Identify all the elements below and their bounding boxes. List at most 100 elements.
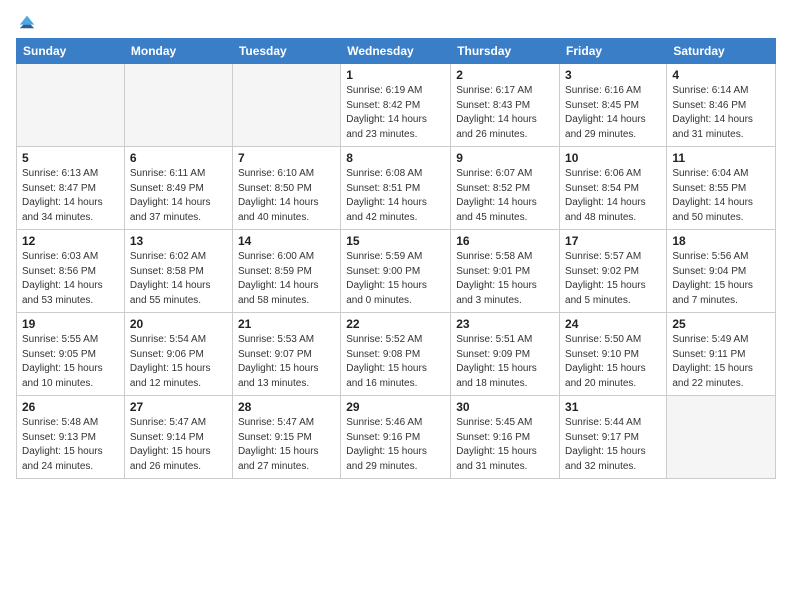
day-info: Sunrise: 5:49 AM Sunset: 9:11 PM Dayligh… xyxy=(672,333,770,391)
day-number: 24 xyxy=(565,317,661,331)
calendar-cell xyxy=(124,64,232,147)
weekday-header-wednesday: Wednesday xyxy=(341,39,451,64)
day-number: 19 xyxy=(22,317,119,331)
logo xyxy=(16,12,36,30)
day-number: 3 xyxy=(565,68,661,82)
day-info: Sunrise: 5:44 AM Sunset: 9:17 PM Dayligh… xyxy=(565,416,661,474)
calendar-table: SundayMondayTuesdayWednesdayThursdayFrid… xyxy=(16,38,776,479)
day-number: 31 xyxy=(565,400,661,414)
calendar-cell: 17 Sunrise: 5:57 AM Sunset: 9:02 PM Dayli… xyxy=(560,230,667,313)
day-number: 21 xyxy=(238,317,335,331)
calendar-cell: 8 Sunrise: 6:08 AM Sunset: 8:51 PM Daylig… xyxy=(341,147,451,230)
calendar-week-row: 1 Sunrise: 6:19 AM Sunset: 8:42 PM Daylig… xyxy=(17,64,776,147)
day-info: Sunrise: 6:16 AM Sunset: 8:45 PM Dayligh… xyxy=(565,84,661,142)
day-info: Sunrise: 6:11 AM Sunset: 8:49 PM Dayligh… xyxy=(130,167,227,225)
calendar-week-row: 26 Sunrise: 5:48 AM Sunset: 9:13 PM Dayli… xyxy=(17,396,776,479)
calendar-cell: 22 Sunrise: 5:52 AM Sunset: 9:08 PM Dayli… xyxy=(341,313,451,396)
day-info: Sunrise: 5:52 AM Sunset: 9:08 PM Dayligh… xyxy=(346,333,445,391)
calendar-cell xyxy=(667,396,776,479)
calendar-week-row: 19 Sunrise: 5:55 AM Sunset: 9:05 PM Dayli… xyxy=(17,313,776,396)
day-info: Sunrise: 6:06 AM Sunset: 8:54 PM Dayligh… xyxy=(565,167,661,225)
calendar-cell: 31 Sunrise: 5:44 AM Sunset: 9:17 PM Dayli… xyxy=(560,396,667,479)
calendar-cell: 16Sunrise: 5:58 AM Sunset: 9:01 PM Dayli… xyxy=(451,230,560,313)
day-number: 1 xyxy=(346,68,445,82)
day-info: Sunrise: 5:59 AM Sunset: 9:00 PM Dayligh… xyxy=(346,250,445,308)
day-number: 10 xyxy=(565,151,661,165)
day-number: 18 xyxy=(672,234,770,248)
day-info: Sunrise: 6:02 AM Sunset: 8:58 PM Dayligh… xyxy=(130,250,227,308)
calendar-cell: 15 Sunrise: 5:59 AM Sunset: 9:00 PM Dayli… xyxy=(341,230,451,313)
day-info: Sunrise: 6:03 AM Sunset: 8:56 PM Dayligh… xyxy=(22,250,119,308)
calendar-cell: 3 Sunrise: 6:16 AM Sunset: 8:45 PM Daylig… xyxy=(560,64,667,147)
calendar-cell: 12 Sunrise: 6:03 AM Sunset: 8:56 PM Dayli… xyxy=(17,230,125,313)
day-info: Sunrise: 6:17 AM Sunset: 8:43 PM Dayligh… xyxy=(456,84,554,142)
day-info: Sunrise: 6:10 AM Sunset: 8:50 PM Dayligh… xyxy=(238,167,335,225)
day-number: 2 xyxy=(456,68,554,82)
weekday-header-saturday: Saturday xyxy=(667,39,776,64)
calendar-cell: 19 Sunrise: 5:55 AM Sunset: 9:05 PM Dayli… xyxy=(17,313,125,396)
day-info: Sunrise: 5:47 AM Sunset: 9:14 PM Dayligh… xyxy=(130,416,227,474)
day-number: 20 xyxy=(130,317,227,331)
calendar-cell: 13 Sunrise: 6:02 AM Sunset: 8:58 PM Dayli… xyxy=(124,230,232,313)
day-info: Sunrise: 5:54 AM Sunset: 9:06 PM Dayligh… xyxy=(130,333,227,391)
calendar-cell: 5 Sunrise: 6:13 AM Sunset: 8:47 PM Daylig… xyxy=(17,147,125,230)
day-number: 23 xyxy=(456,317,554,331)
day-number: 11 xyxy=(672,151,770,165)
calendar-cell: 23Sunrise: 5:51 AM Sunset: 9:09 PM Dayli… xyxy=(451,313,560,396)
day-number: 4 xyxy=(672,68,770,82)
calendar-cell xyxy=(17,64,125,147)
calendar-cell: 26 Sunrise: 5:48 AM Sunset: 9:13 PM Dayli… xyxy=(17,396,125,479)
weekday-header-thursday: Thursday xyxy=(451,39,560,64)
day-info: Sunrise: 5:48 AM Sunset: 9:13 PM Dayligh… xyxy=(22,416,119,474)
calendar-cell: 18Sunrise: 5:56 AM Sunset: 9:04 PM Dayli… xyxy=(667,230,776,313)
calendar-cell: 27 Sunrise: 5:47 AM Sunset: 9:14 PM Dayli… xyxy=(124,396,232,479)
calendar-cell: 30Sunrise: 5:45 AM Sunset: 9:16 PM Dayli… xyxy=(451,396,560,479)
day-info: Sunrise: 5:55 AM Sunset: 9:05 PM Dayligh… xyxy=(22,333,119,391)
day-number: 12 xyxy=(22,234,119,248)
day-info: Sunrise: 6:13 AM Sunset: 8:47 PM Dayligh… xyxy=(22,167,119,225)
day-number: 9 xyxy=(456,151,554,165)
day-info: Sunrise: 6:19 AM Sunset: 8:42 PM Dayligh… xyxy=(346,84,445,142)
weekday-header-sunday: Sunday xyxy=(17,39,125,64)
calendar-cell: 20 Sunrise: 5:54 AM Sunset: 9:06 PM Dayli… xyxy=(124,313,232,396)
calendar-cell: 1 Sunrise: 6:19 AM Sunset: 8:42 PM Daylig… xyxy=(341,64,451,147)
day-info: Sunrise: 5:45 AM Sunset: 9:16 PM Dayligh… xyxy=(456,416,554,474)
day-number: 27 xyxy=(130,400,227,414)
calendar-cell: 2 Sunrise: 6:17 AM Sunset: 8:43 PM Daylig… xyxy=(451,64,560,147)
day-number: 5 xyxy=(22,151,119,165)
calendar-week-row: 12 Sunrise: 6:03 AM Sunset: 8:56 PM Dayli… xyxy=(17,230,776,313)
day-number: 26 xyxy=(22,400,119,414)
day-number: 14 xyxy=(238,234,335,248)
weekday-header-monday: Monday xyxy=(124,39,232,64)
day-number: 8 xyxy=(346,151,445,165)
day-number: 7 xyxy=(238,151,335,165)
calendar-cell: 9 Sunrise: 6:07 AM Sunset: 8:52 PM Daylig… xyxy=(451,147,560,230)
calendar-cell: 6 Sunrise: 6:11 AM Sunset: 8:49 PM Daylig… xyxy=(124,147,232,230)
calendar-cell: 29 Sunrise: 5:46 AM Sunset: 9:16 PM Dayli… xyxy=(341,396,451,479)
calendar-cell: 11 Sunrise: 6:04 AM Sunset: 8:55 PM Dayli… xyxy=(667,147,776,230)
day-number: 25 xyxy=(672,317,770,331)
day-number: 13 xyxy=(130,234,227,248)
day-number: 6 xyxy=(130,151,227,165)
day-number: 15 xyxy=(346,234,445,248)
day-number: 17 xyxy=(565,234,661,248)
calendar-cell: 4Sunrise: 6:14 AM Sunset: 8:46 PM Daylig… xyxy=(667,64,776,147)
header xyxy=(16,12,776,30)
calendar-cell xyxy=(232,64,340,147)
day-info: Sunrise: 6:04 AM Sunset: 8:55 PM Dayligh… xyxy=(672,167,770,225)
calendar-header-row: SundayMondayTuesdayWednesdayThursdayFrid… xyxy=(17,39,776,64)
day-info: Sunrise: 5:53 AM Sunset: 9:07 PM Dayligh… xyxy=(238,333,335,391)
calendar-cell: 24Sunrise: 5:50 AM Sunset: 9:10 PM Dayli… xyxy=(560,313,667,396)
day-info: Sunrise: 6:08 AM Sunset: 8:51 PM Dayligh… xyxy=(346,167,445,225)
calendar-cell: 21 Sunrise: 5:53 AM Sunset: 9:07 PM Dayli… xyxy=(232,313,340,396)
page: SundayMondayTuesdayWednesdayThursdayFrid… xyxy=(0,0,792,612)
weekday-header-tuesday: Tuesday xyxy=(232,39,340,64)
day-info: Sunrise: 5:57 AM Sunset: 9:02 PM Dayligh… xyxy=(565,250,661,308)
calendar-cell: 14Sunrise: 6:00 AM Sunset: 8:59 PM Dayli… xyxy=(232,230,340,313)
day-number: 16 xyxy=(456,234,554,248)
logo-icon xyxy=(18,12,36,30)
day-info: Sunrise: 5:46 AM Sunset: 9:16 PM Dayligh… xyxy=(346,416,445,474)
day-number: 22 xyxy=(346,317,445,331)
day-info: Sunrise: 6:07 AM Sunset: 8:52 PM Dayligh… xyxy=(456,167,554,225)
day-number: 29 xyxy=(346,400,445,414)
